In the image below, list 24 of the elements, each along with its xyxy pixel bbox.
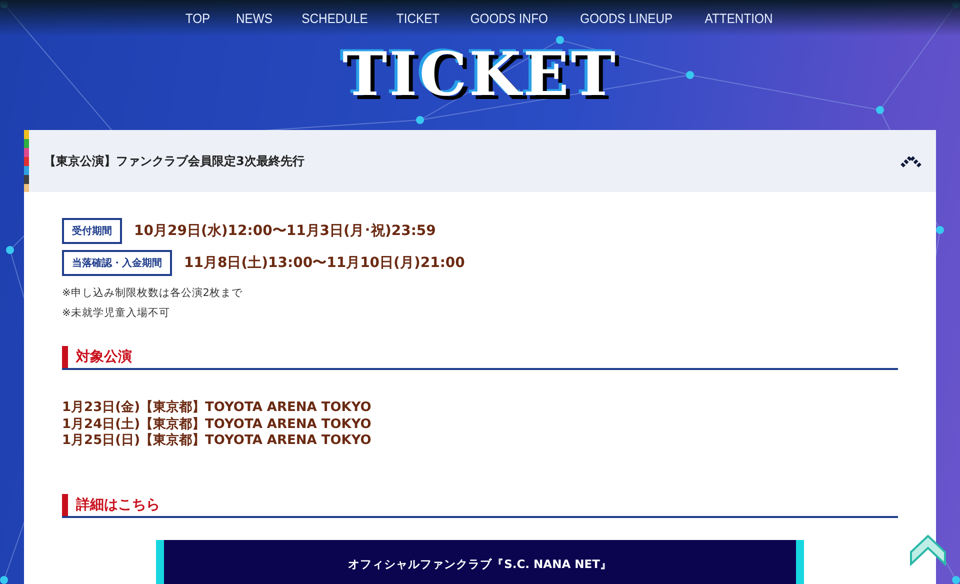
period-value: 11月8日(土)13:00〜11月10日(月)21:00	[184, 254, 465, 272]
nav-link[interactable]: TICKET	[396, 10, 440, 26]
performance-text: 1月24日(土)【東京都】TOYOTA ARENA TOKYO	[62, 416, 372, 432]
nav-link[interactable]: SCHEDULE	[302, 10, 368, 26]
section-heading: 対象公演	[62, 346, 132, 368]
period-label: 当落確認・入金期間	[62, 250, 172, 276]
section-heading: 詳細はこちら	[62, 494, 160, 516]
nav-link[interactable]: GOODS INFO	[470, 10, 548, 26]
period-label: 受付期間	[62, 218, 122, 244]
nav-link[interactable]: NEWS	[236, 10, 273, 26]
accordion-title: 【東京公演】ファンクラブ会員限定3次最終先行	[44, 152, 306, 170]
caret-icon[interactable]	[900, 154, 922, 168]
performance-text: 1月25日(日)【東京都】TOYOTA ARENA TOKYO	[62, 433, 372, 450]
performance-text: 1月23日(金)【東京都】TOYOTA ARENA TOKYO	[62, 400, 372, 416]
fanclub-link-button[interactable]: オフィシャルファンクラブ『S.C. NANA NET』	[156, 540, 804, 584]
nav-link[interactable]: TOP	[185, 10, 210, 26]
page-title-logo: TICKET	[342, 39, 618, 112]
accordion-header[interactable]: 【東京公演】ファンクラブ会員限定3次最終先行	[24, 130, 936, 192]
color-stripe-icon	[24, 130, 29, 192]
nav-link[interactable]: GOODS LINEUP	[580, 10, 672, 26]
period-value: 10月29日(水)12:00〜11月3日(月･祝)23:59	[134, 222, 436, 240]
note-text: ※申し込み制限枚数は各公演2枚まで	[62, 286, 244, 301]
note-text: ※未就学児童入場不可	[62, 306, 171, 321]
nav-link[interactable]: ATTENTION	[704, 10, 772, 26]
